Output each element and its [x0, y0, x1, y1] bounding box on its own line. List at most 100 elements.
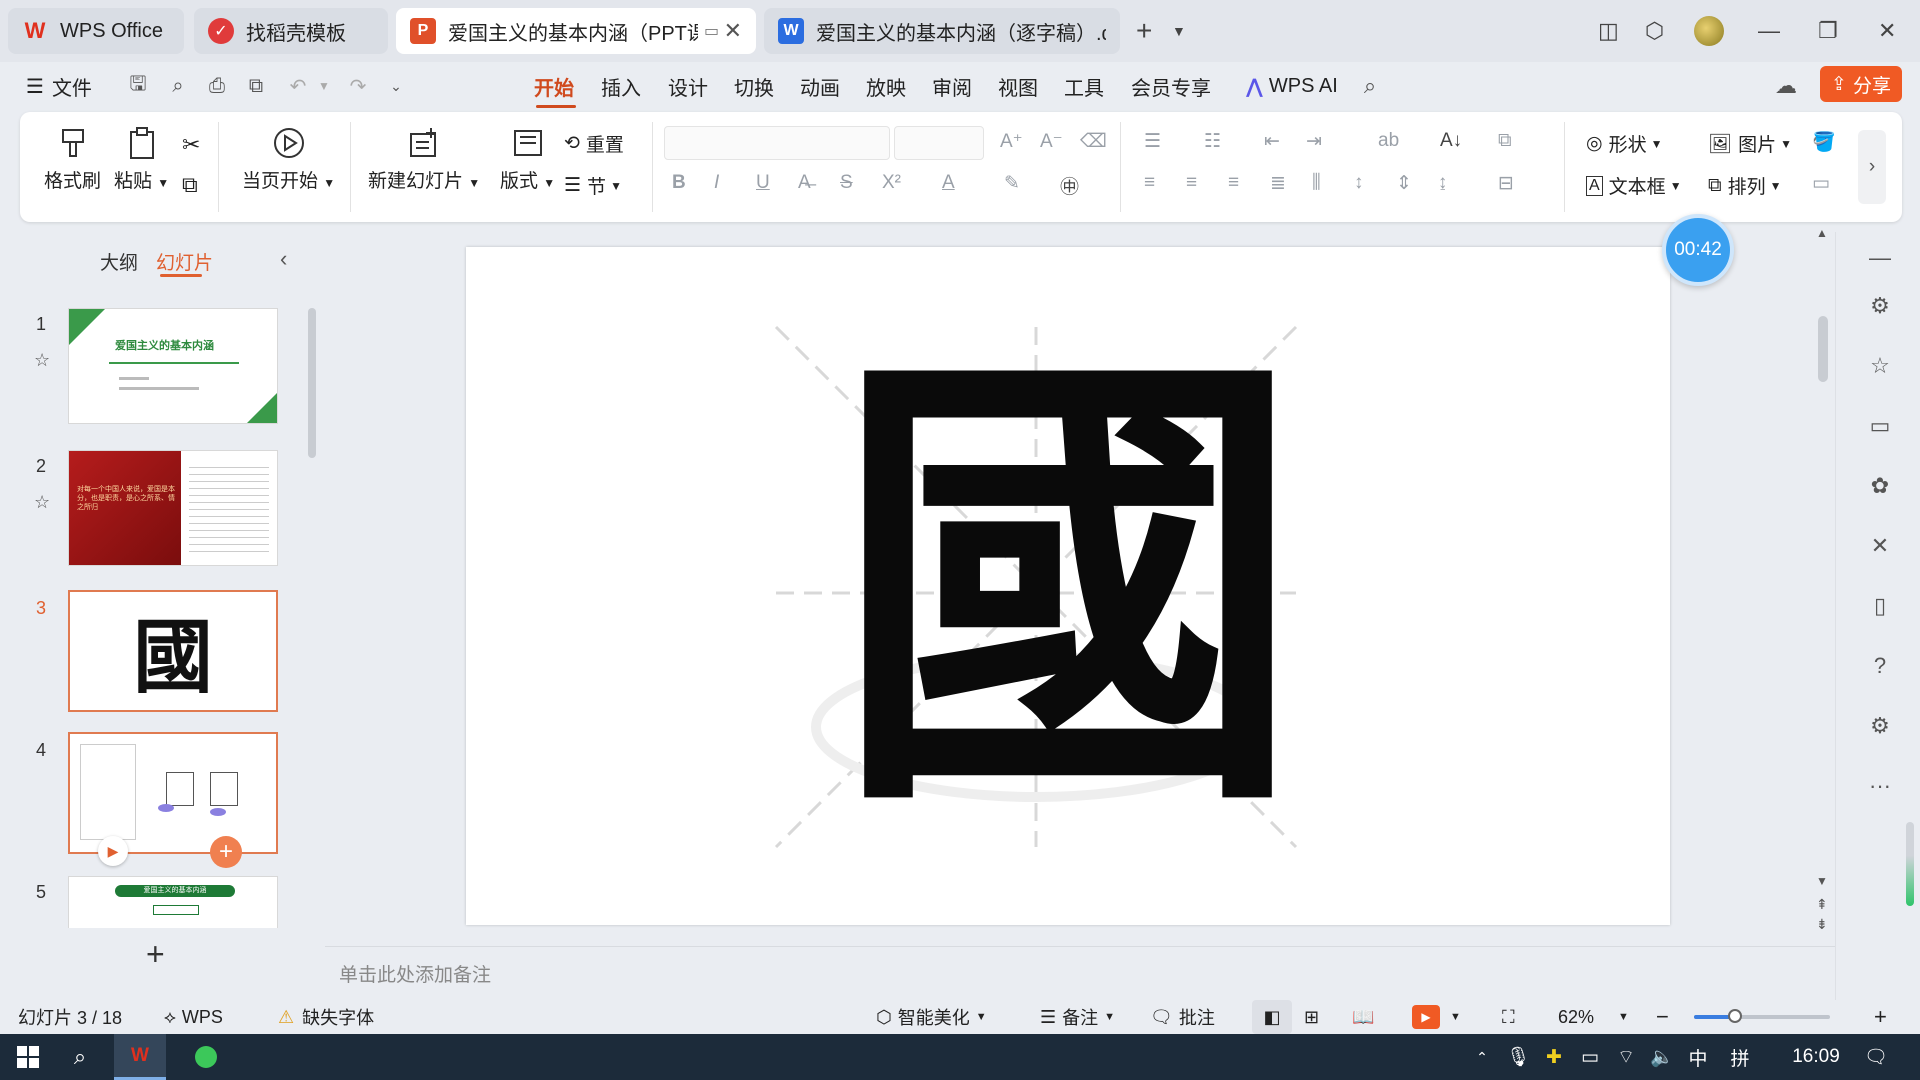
- new-tab-button[interactable]: +: [1136, 0, 1152, 62]
- font-family-select[interactable]: [664, 126, 890, 160]
- slide-thumbnail-2[interactable]: 对每一个中国人来说，爱国是本分，也是职责，是心之所系、情之所归: [68, 450, 278, 566]
- scroll-up-icon[interactable]: ▲: [1816, 226, 1828, 240]
- smart-beautify-button[interactable]: ⬡ 智能美化 ▼: [876, 1000, 987, 1034]
- play-slide-button[interactable]: ▶: [98, 836, 128, 866]
- tab-design[interactable]: 设计: [668, 62, 708, 110]
- format-painter-button[interactable]: 格式刷: [44, 126, 101, 193]
- taskbar-search-button[interactable]: ⌕: [60, 1034, 100, 1080]
- design-icon[interactable]: ✿: [1866, 472, 1894, 500]
- sort-icon[interactable]: A↓: [1440, 130, 1462, 152]
- copy-icon[interactable]: ⧉: [182, 172, 198, 198]
- reset-button[interactable]: ⟲ 重置: [564, 130, 624, 157]
- tab-animations[interactable]: 动画: [800, 62, 840, 110]
- close-window-button[interactable]: ✕: [1878, 0, 1896, 62]
- add-slide-after-button[interactable]: +: [210, 836, 242, 868]
- tab-slides[interactable]: 幻灯片: [156, 248, 213, 275]
- format-painter-quick-icon[interactable]: ⌕: [166, 74, 190, 98]
- share-settings-icon[interactable]: ⚙: [1866, 712, 1894, 740]
- notes-toggle-button[interactable]: ☰ 备注 ▼: [1040, 1000, 1115, 1034]
- comments-button[interactable]: 🗨 批注: [1150, 1000, 1215, 1034]
- slide-sorter-icon[interactable]: ⊞: [1304, 1000, 1319, 1034]
- picture-button[interactable]: 🖼 图片 ▼: [1708, 130, 1792, 157]
- tab-tools[interactable]: 工具: [1064, 62, 1104, 110]
- wps-ai-button[interactable]: ⋀ WPS AI: [1246, 62, 1338, 110]
- tab-transitions[interactable]: 切换: [734, 62, 774, 110]
- align-center-icon[interactable]: ≡: [1186, 172, 1197, 194]
- reading-view-icon[interactable]: 📖: [1352, 1000, 1374, 1034]
- next-slide-icon[interactable]: ⇟: [1816, 916, 1828, 933]
- italic-icon[interactable]: I: [714, 172, 719, 194]
- undo-icon[interactable]: ↶: [286, 74, 310, 98]
- avatar[interactable]: [1694, 0, 1724, 62]
- clear-format-icon[interactable]: ⌫: [1080, 130, 1107, 153]
- tab-view[interactable]: 视图: [998, 62, 1038, 110]
- strikethrough-icon[interactable]: A̶: [798, 172, 811, 194]
- minimize-button[interactable]: —: [1758, 0, 1780, 62]
- tab-docer[interactable]: ✓ 找稻壳模板: [194, 8, 388, 54]
- wifi-icon[interactable]: ⌔: [1614, 1034, 1638, 1080]
- align-right-icon[interactable]: ≡: [1228, 172, 1239, 194]
- zoom-in-icon[interactable]: +: [1874, 1000, 1887, 1034]
- play-from-current-button[interactable]: 当页开始 ▼: [242, 126, 335, 193]
- star-icon[interactable]: ☆: [34, 350, 50, 371]
- phonetic-icon[interactable]: ㊥: [1060, 172, 1079, 199]
- help-icon[interactable]: ?: [1866, 652, 1894, 680]
- taskbar-clock[interactable]: 16:09: [1786, 1034, 1846, 1080]
- slide-thumbnail-5[interactable]: 爱国主义的基本内涵: [68, 876, 278, 928]
- collapse-sidebar-icon[interactable]: —: [1866, 244, 1894, 272]
- cube-button[interactable]: ⬡: [1645, 0, 1664, 62]
- ribbon-scroll-right-button[interactable]: ›: [1858, 130, 1886, 204]
- more-icon[interactable]: ···: [1866, 772, 1894, 800]
- justify-icon[interactable]: ≣: [1270, 172, 1286, 195]
- file-menu[interactable]: ☰ 文件: [26, 62, 92, 110]
- textbox-button[interactable]: A 文本框 ▼: [1586, 172, 1682, 199]
- slideshow-button[interactable]: ▶ ▼: [1412, 1000, 1461, 1034]
- zoom-out-icon[interactable]: −: [1656, 1000, 1669, 1034]
- fill-icon[interactable]: 🪣: [1812, 130, 1836, 154]
- ime-mode-icon[interactable]: 拼: [1728, 1034, 1752, 1080]
- spacing-dropdown-icon[interactable]: ↨: [1438, 172, 1448, 194]
- zoom-slider-thumb[interactable]: [1727, 1009, 1742, 1023]
- taskbar-browser-app[interactable]: [180, 1034, 232, 1080]
- tab-ppt-document[interactable]: P 爱国主义的基本内涵（PPT课件 ▭ ✕: [396, 8, 756, 54]
- double-strike-icon[interactable]: S: [840, 172, 853, 194]
- rehearsal-timer[interactable]: 00:42: [1662, 214, 1734, 286]
- zoom-level[interactable]: 62%: [1558, 1000, 1594, 1034]
- editor-scrollbar[interactable]: [1818, 316, 1828, 382]
- section-button[interactable]: ☰ 节 ▼: [564, 172, 622, 199]
- book-icon[interactable]: ▯: [1866, 592, 1894, 620]
- print-icon[interactable]: ⎙: [205, 74, 229, 98]
- star-icon[interactable]: ☆: [1866, 352, 1894, 380]
- previous-slide-icon[interactable]: ⇞: [1816, 896, 1828, 913]
- wps-status-button[interactable]: ⟡ WPS: [164, 1000, 223, 1034]
- scroll-down-icon[interactable]: ▼: [1816, 874, 1828, 888]
- panel-scrollbar[interactable]: [308, 308, 316, 458]
- normal-view-button[interactable]: ◧: [1252, 1000, 1292, 1034]
- tab-slideshow[interactable]: 放映: [866, 62, 906, 110]
- highlight-icon[interactable]: ✎: [1004, 172, 1020, 195]
- customize-dropdown-icon[interactable]: ⌄: [384, 74, 408, 98]
- paste-button[interactable]: 粘贴 ▼: [114, 126, 169, 193]
- tab-list-dropdown[interactable]: ▼: [1172, 0, 1186, 62]
- numbered-list-icon[interactable]: ☷: [1204, 130, 1221, 153]
- close-icon[interactable]: ✕: [724, 18, 742, 44]
- redo-icon[interactable]: ↷: [346, 74, 370, 98]
- new-slide-button[interactable]: 新建幻灯片 ▼: [368, 126, 480, 193]
- shape-button[interactable]: ◎ 形状 ▼: [1586, 130, 1663, 157]
- decrease-font-icon[interactable]: A⁻: [1040, 130, 1063, 153]
- star-icon[interactable]: ☆: [34, 492, 50, 513]
- security-tray-icon[interactable]: ✚: [1542, 1034, 1566, 1080]
- chat-icon[interactable]: ▭: [1866, 412, 1894, 440]
- line-spacing-icon[interactable]: ↕: [1354, 172, 1364, 194]
- ime-indicator[interactable]: 中: [1686, 1034, 1710, 1080]
- zoom-slider[interactable]: [1694, 1000, 1830, 1034]
- undo-dropdown-icon[interactable]: ▼: [312, 74, 336, 98]
- print-preview-icon[interactable]: ⧉: [244, 74, 268, 98]
- sidebar-toggle-button[interactable]: ◫: [1598, 0, 1619, 62]
- add-slide-button[interactable]: +: [146, 936, 165, 973]
- tab-insert[interactable]: 插入: [601, 62, 641, 110]
- battery-icon[interactable]: ▭: [1578, 1034, 1602, 1080]
- current-slide[interactable]: 國: [466, 247, 1670, 925]
- save-icon[interactable]: 🖫: [126, 73, 150, 98]
- tab-review[interactable]: 审阅: [932, 62, 972, 110]
